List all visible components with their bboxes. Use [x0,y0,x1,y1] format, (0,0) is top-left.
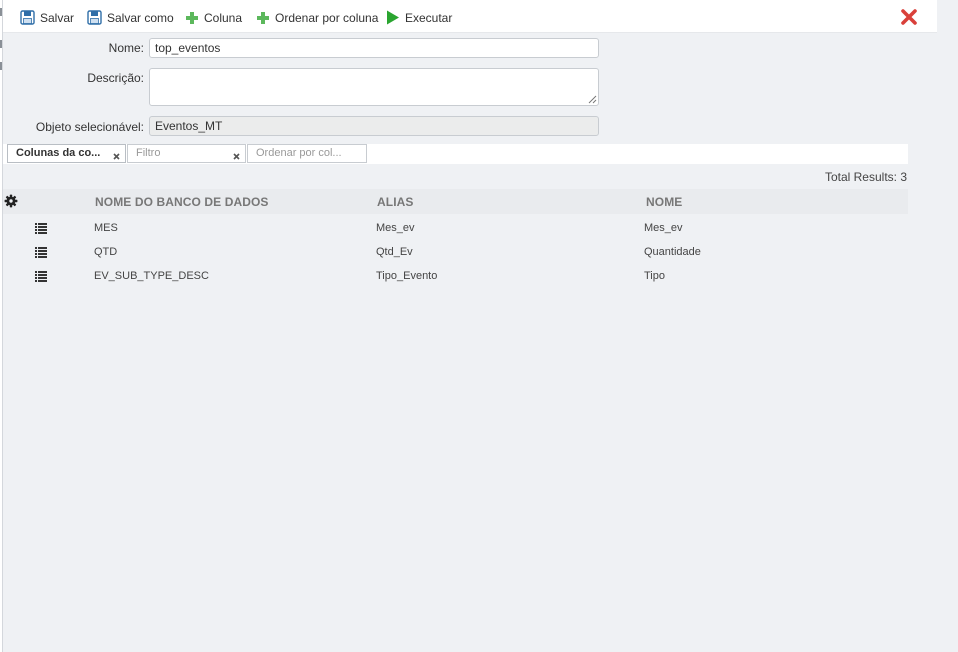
table-row[interactable]: MES Mes_ev Mes_ev [3,217,908,241]
tab-order-by[interactable]: Ordenar por col... [247,144,367,163]
total-results: Total Results: 3 [824,170,907,184]
name-input[interactable] [149,38,599,58]
list-icon[interactable] [35,247,47,258]
plus-icon [257,11,269,24]
name-cell: Tipo [644,270,665,282]
column-header-name[interactable]: NOME [646,195,682,209]
object-field [149,116,599,136]
table-row[interactable]: EV_SUB_TYPE_DESC Tipo_Evento Tipo [3,265,908,289]
name-cell: Mes_ev [644,222,683,234]
execute-button-label: Executar [405,10,453,25]
close-icon[interactable] [900,8,918,26]
order-by-column-button[interactable]: Ordenar por coluna [256,9,378,26]
save-icon [20,10,35,25]
order-by-column-button-label: Ordenar por coluna [275,10,379,25]
table-header: NOME DO BANCO DE DADOS ALIAS NOME [3,189,908,214]
save-as-button-label: Salvar como [107,10,174,25]
object-label: Objeto selecionável: [35,120,144,134]
description-textarea[interactable] [149,68,599,106]
tab-columns[interactable]: Colunas da co... [7,144,126,163]
description-label: Descrição: [87,71,144,85]
table-row[interactable]: QTD Qtd_Ev Quantidade [3,241,908,265]
toolbar: Salvar Salvar como Coluna Ordenar por co… [3,0,937,33]
tab-filter[interactable]: Filtro [127,144,246,163]
tab-filter-placeholder: Filtro [136,147,161,159]
add-column-button[interactable]: Coluna [185,9,242,26]
alias-cell: Tipo_Evento [376,270,438,282]
save-as-icon [87,10,102,25]
alias-cell: Qtd_Ev [376,246,413,258]
db-name-cell: MES [94,222,118,234]
execute-button[interactable]: Executar [386,9,452,26]
resize-grip-icon[interactable] [588,95,597,104]
alias-cell: Mes_ev [376,222,415,234]
close-tab-icon[interactable] [112,152,121,161]
list-icon[interactable] [35,223,47,234]
name-label: Nome: [108,41,144,55]
add-column-button-label: Coluna [204,10,243,25]
save-button-label: Salvar [40,10,75,25]
save-as-button[interactable]: Salvar como [87,9,174,26]
db-name-cell: QTD [94,246,118,258]
list-icon[interactable] [35,271,47,282]
play-icon [387,10,399,25]
left-edge-marks [0,0,2,80]
plus-icon [186,11,198,24]
tab-columns-label: Colunas da co... [16,147,101,159]
name-cell: Quantidade [644,246,701,258]
close-tab-icon[interactable] [232,152,241,161]
column-header-alias[interactable]: ALIAS [377,195,414,209]
tab-order-by-placeholder: Ordenar por col... [256,147,342,159]
save-button[interactable]: Salvar [20,9,74,26]
db-name-cell: EV_SUB_TYPE_DESC [94,270,209,282]
column-header-db-name[interactable]: NOME DO BANCO DE DADOS [95,195,269,209]
gear-icon[interactable] [4,194,18,208]
